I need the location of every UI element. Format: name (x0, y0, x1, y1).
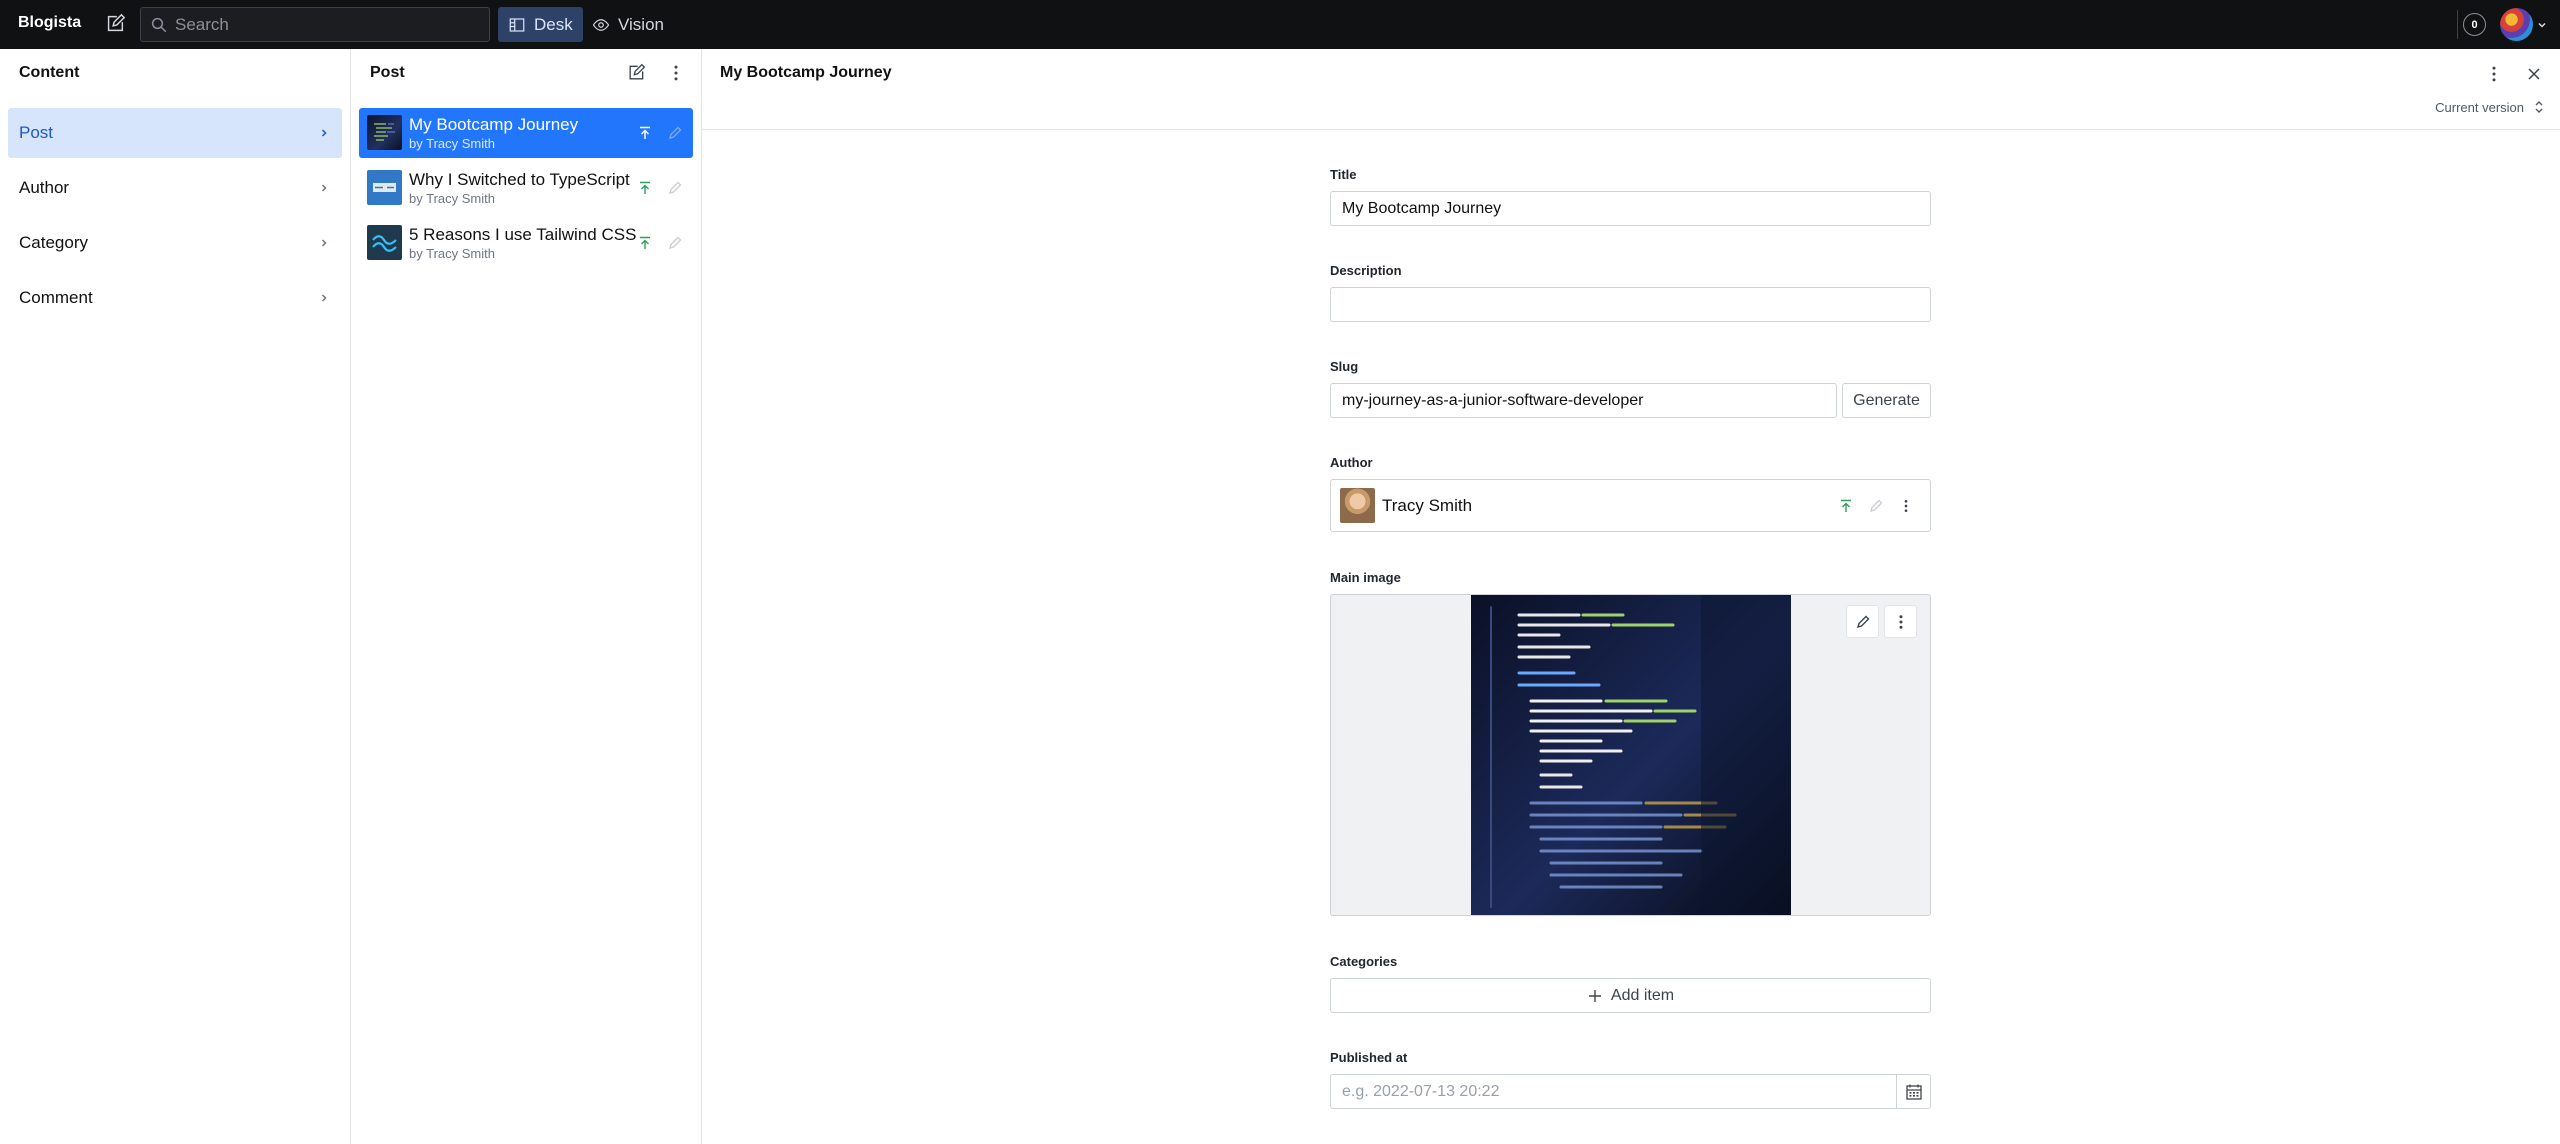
editor-header-divider (701, 129, 2560, 130)
compose-icon[interactable] (104, 13, 126, 35)
field-label-slug: Slug (1330, 359, 1359, 374)
desk-icon (509, 17, 525, 32)
version-selector[interactable]: Current version (2435, 100, 2524, 115)
search-icon (151, 17, 167, 33)
add-item-label: Add item (1610, 986, 1675, 1004)
document-thumbnail (367, 170, 402, 205)
chevron-right-icon (321, 129, 327, 137)
document-item[interactable]: My Bootcamp Journey by Tracy Smith (359, 108, 693, 158)
document-item[interactable]: 5 Reasons I use Tailwind CSS by Tracy Sm… (359, 218, 693, 268)
document-item[interactable]: Why I Switched to TypeScript by Tracy Sm… (359, 163, 693, 213)
content-item-label: Post (19, 123, 54, 142)
content-item-label: Comment (19, 288, 93, 307)
calendar-icon (1905, 1084, 1922, 1100)
content-item-label: Author (19, 178, 70, 197)
tool-desk[interactable]: Desk (498, 7, 583, 42)
field-label-title: Title (1330, 167, 1357, 182)
plus-icon (1588, 989, 1601, 1002)
document-thumbnail (367, 225, 402, 260)
chevron-right-icon (321, 294, 327, 302)
pane-divider (350, 49, 351, 1144)
published-icon (640, 181, 650, 194)
content-item-category[interactable]: Category (8, 218, 342, 268)
main-image-field[interactable] (1330, 594, 1931, 916)
more-vertical-icon (1899, 614, 1902, 629)
document-title: 5 Reasons I use Tailwind CSS (409, 225, 637, 244)
field-label-categories: Categories (1330, 954, 1398, 969)
document-subtitle: by Tracy Smith (409, 191, 495, 206)
edit-icon (1870, 499, 1883, 512)
chevron-right-icon (321, 184, 327, 192)
add-category-button[interactable]: Add item (1330, 978, 1931, 1013)
published-icon (640, 126, 650, 139)
field-label-description: Description (1330, 263, 1402, 278)
chevron-down-icon[interactable] (2536, 19, 2548, 31)
field-label-author: Author (1330, 455, 1373, 470)
chevron-right-icon (321, 239, 327, 247)
tool-vision-label: Vision (618, 14, 664, 34)
document-subtitle: by Tracy Smith (409, 136, 495, 151)
pane-divider (701, 49, 702, 1144)
edit-icon (669, 126, 682, 139)
user-avatar[interactable] (2500, 8, 2533, 41)
author-reference[interactable]: Tracy Smith (1330, 479, 1931, 532)
document-header-title: My Bootcamp Journey (720, 64, 892, 81)
edit-icon (669, 236, 682, 249)
description-input[interactable] (1330, 287, 1931, 322)
more-vertical-icon[interactable] (2484, 64, 2504, 84)
title-input[interactable] (1330, 191, 1931, 226)
published-icon (1841, 499, 1851, 512)
tool-vision[interactable]: Vision (582, 7, 674, 42)
content-item-author[interactable]: Author (8, 163, 342, 213)
document-title: Why I Switched to TypeScript (409, 170, 630, 189)
chevron-updown-icon[interactable] (2532, 99, 2546, 115)
close-icon[interactable] (2524, 64, 2544, 84)
document-thumbnail (367, 115, 402, 150)
search-box[interactable] (140, 7, 490, 42)
more-vertical-icon[interactable] (666, 63, 686, 83)
image-options-button[interactable] (1884, 605, 1917, 638)
generate-slug-button[interactable]: Generate (1842, 383, 1931, 418)
author-name: Tracy Smith (1382, 496, 1473, 515)
navbar-divider (2457, 10, 2458, 39)
search-input[interactable] (175, 8, 475, 41)
document-subtitle: by Tracy Smith (409, 246, 495, 261)
content-item-comment[interactable]: Comment (8, 273, 342, 323)
published-icon (640, 236, 650, 249)
tool-desk-label: Desk (534, 14, 573, 34)
edit-icon (1856, 615, 1869, 628)
top-navbar: Blogista Desk Vision 0 (0, 0, 2560, 49)
edit-icon (669, 181, 682, 194)
notification-badge[interactable]: 0 (2463, 13, 2486, 36)
app-logo[interactable]: Blogista (18, 14, 81, 32)
slug-input[interactable] (1330, 383, 1837, 418)
edit-image-button[interactable] (1846, 605, 1879, 638)
content-item-label: Category (19, 233, 88, 252)
published-at-input[interactable] (1330, 1074, 1897, 1109)
eye-icon (592, 18, 610, 31)
compose-icon[interactable] (626, 63, 646, 83)
document-title: My Bootcamp Journey (409, 115, 579, 134)
more-vertical-icon[interactable] (1898, 498, 1914, 514)
post-pane-title: Post (370, 64, 405, 81)
content-pane-title: Content (19, 64, 80, 81)
content-item-post[interactable]: Post (8, 108, 342, 158)
field-label-main-image: Main image (1330, 570, 1401, 585)
date-picker-button[interactable] (1896, 1074, 1931, 1109)
field-label-published-at: Published at (1330, 1050, 1408, 1065)
main-image-preview (1471, 595, 1791, 915)
author-avatar (1340, 488, 1375, 523)
